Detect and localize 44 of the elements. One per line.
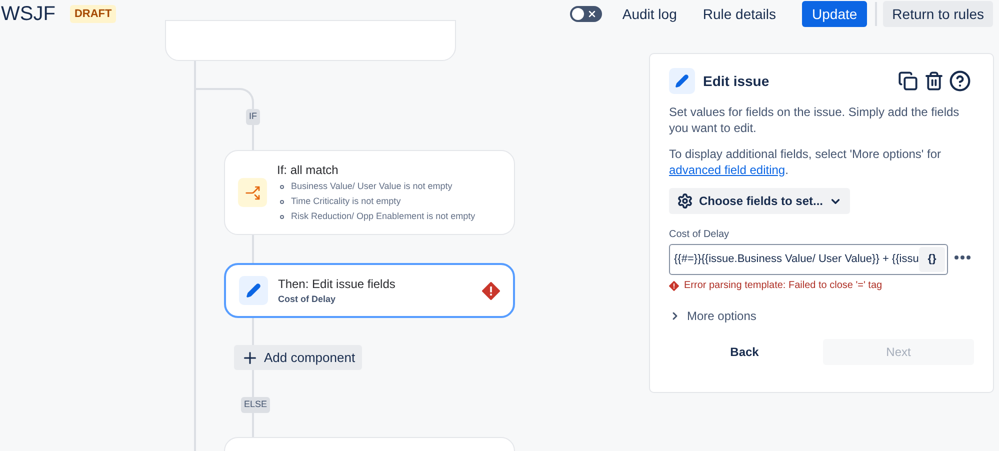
condition-item: Time Criticality is not empty [291,195,401,208]
panel-note: To display additional fields, select 'More options' for advanced field editing. [669,146,942,178]
header-link[interactable]: Rule details [702,4,776,24]
node-card[interactable]: If: all match Business Value/ User Value is not empty Time Criticality is not empty Risk Reduction/ Opp Enablement is not empty [224,150,515,235]
error-icon [482,282,500,300]
node-title: If: all match [277,162,340,179]
node-card[interactable] [165,20,456,61]
help-icon[interactable] [949,70,971,92]
more-options-toggle[interactable]: More options [669,307,974,325]
update-button[interactable]: Update [802,1,868,27]
advanced-editing-link[interactable]: advanced field editing [669,163,786,177]
error-icon [669,280,679,290]
rule-toggle[interactable] [570,6,602,22]
pencil-icon [239,276,268,305]
error-message: Error parsing template: Failed to close '=' tag [684,279,882,293]
pencil-icon [669,68,695,94]
rule-title: WSJF [1,2,56,27]
node-subtitle: Cost of Delay [278,292,337,306]
status-badge: DRAFT [70,4,116,24]
close-icon [587,9,598,19]
add-component-button[interactable]: Add component [234,345,362,370]
bullet-icon [280,214,284,218]
branch-icon [238,178,267,207]
more-icon[interactable] [954,255,971,260]
branch-label: ELSE [241,397,270,412]
panel-title: Edit issue [703,72,770,90]
back-button[interactable]: Back [669,339,820,365]
bullet-icon [280,184,284,188]
smart-value-button[interactable]: {} [919,247,945,272]
field-label: Cost of Delay [669,228,730,242]
bullet-icon [280,200,284,204]
choose-fields-button[interactable]: Choose fields to set... [669,188,850,214]
panel-description: Set values for fields on the issue. Simply add the fields you want to edit. [669,104,960,136]
node-title: Then: Edit issue fields [278,276,396,293]
node-card[interactable]: Then: Edit issue fields Cost of Delay [224,263,515,318]
cost-of-delay-field[interactable]: {{#=}}{{issue.Business Value/ User Value}} + {{issu {} [669,244,948,275]
header-link[interactable]: Audit log [622,4,677,24]
return-button[interactable]: Return to rules [883,1,993,27]
gear-icon [677,193,693,209]
condition-item: Business Value/ User Value is not empty [291,180,452,193]
branch-label: IF [246,109,260,124]
condition-item: Risk Reduction/ Opp Enablement is not empty [291,210,476,223]
copy-icon[interactable] [898,71,918,91]
delete-icon[interactable] [924,71,944,91]
